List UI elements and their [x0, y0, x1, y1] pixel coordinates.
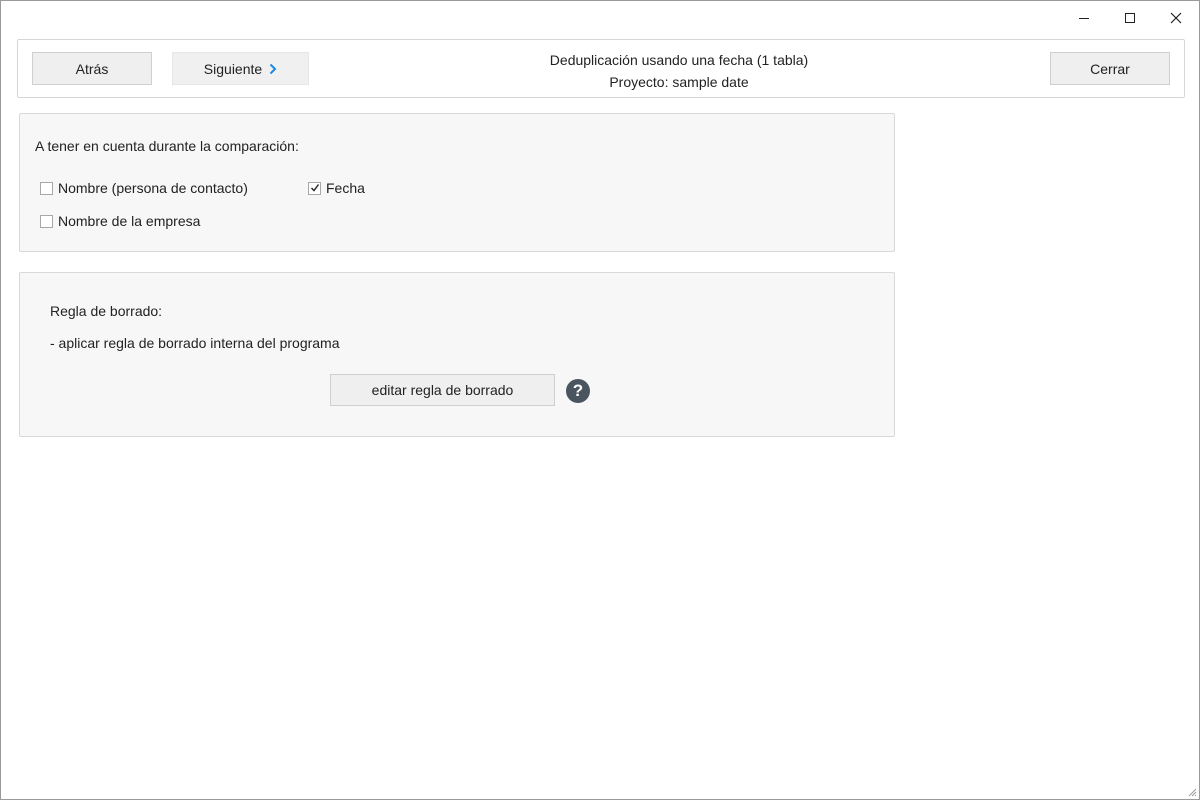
delete-rule-panel: Regla de borrado: - aplicar regla de bor…	[19, 272, 895, 437]
app-window: Atrás Siguiente Deduplicación usando una…	[0, 0, 1200, 800]
wizard-title-project: Proyecto: sample date	[609, 74, 749, 90]
edit-delete-rule-button[interactable]: editar regla de borrado	[330, 374, 555, 406]
close-button[interactable]: Cerrar	[1050, 52, 1170, 85]
checkbox-date[interactable]: Fecha	[308, 180, 365, 196]
checkbox-box[interactable]	[308, 181, 321, 195]
wizard-toolbar: Atrás Siguiente Deduplicación usando una…	[17, 39, 1185, 98]
back-button-label: Atrás	[75, 60, 109, 77]
checkbox-label: Fecha	[326, 180, 365, 196]
minimize-icon	[1079, 18, 1089, 19]
maximize-button[interactable]	[1107, 1, 1153, 35]
chevron-right-icon	[269, 63, 277, 75]
checkbox-label: Nombre de la empresa	[58, 213, 201, 229]
checkbox-company-name[interactable]: Nombre de la empresa	[40, 213, 200, 229]
checkmark-icon	[310, 184, 319, 192]
back-button[interactable]: Atrás	[32, 52, 152, 85]
delete-rule-description: - aplicar regla de borrado interna del p…	[50, 335, 340, 351]
checkbox-box[interactable]	[40, 214, 53, 228]
checkbox-contact-name[interactable]: Nombre (persona de contacto)	[40, 180, 248, 196]
compare-heading: A tener en cuenta durante la comparación…	[35, 138, 299, 154]
next-button-label: Siguiente	[203, 60, 263, 77]
delete-rule-title: Regla de borrado:	[50, 303, 163, 319]
close-icon	[1170, 12, 1182, 24]
resize-grip-icon[interactable]	[1187, 787, 1197, 797]
help-icon[interactable]: ?	[566, 379, 590, 403]
wizard-title: Deduplicación usando una fecha (1 tabla)…	[448, 49, 910, 93]
checkbox-box[interactable]	[40, 181, 53, 195]
compare-panel: A tener en cuenta durante la comparación…	[19, 113, 895, 252]
maximize-icon	[1125, 13, 1135, 23]
wizard-title-main: Deduplicación usando una fecha (1 tabla)	[549, 52, 809, 68]
edit-delete-rule-label: editar regla de borrado	[371, 382, 514, 398]
close-window-button[interactable]	[1153, 1, 1199, 35]
close-button-label: Cerrar	[1090, 60, 1130, 77]
next-button[interactable]: Siguiente	[172, 52, 309, 85]
window-controls	[1061, 1, 1199, 35]
checkbox-label: Nombre (persona de contacto)	[58, 180, 248, 196]
minimize-button[interactable]	[1061, 1, 1107, 35]
